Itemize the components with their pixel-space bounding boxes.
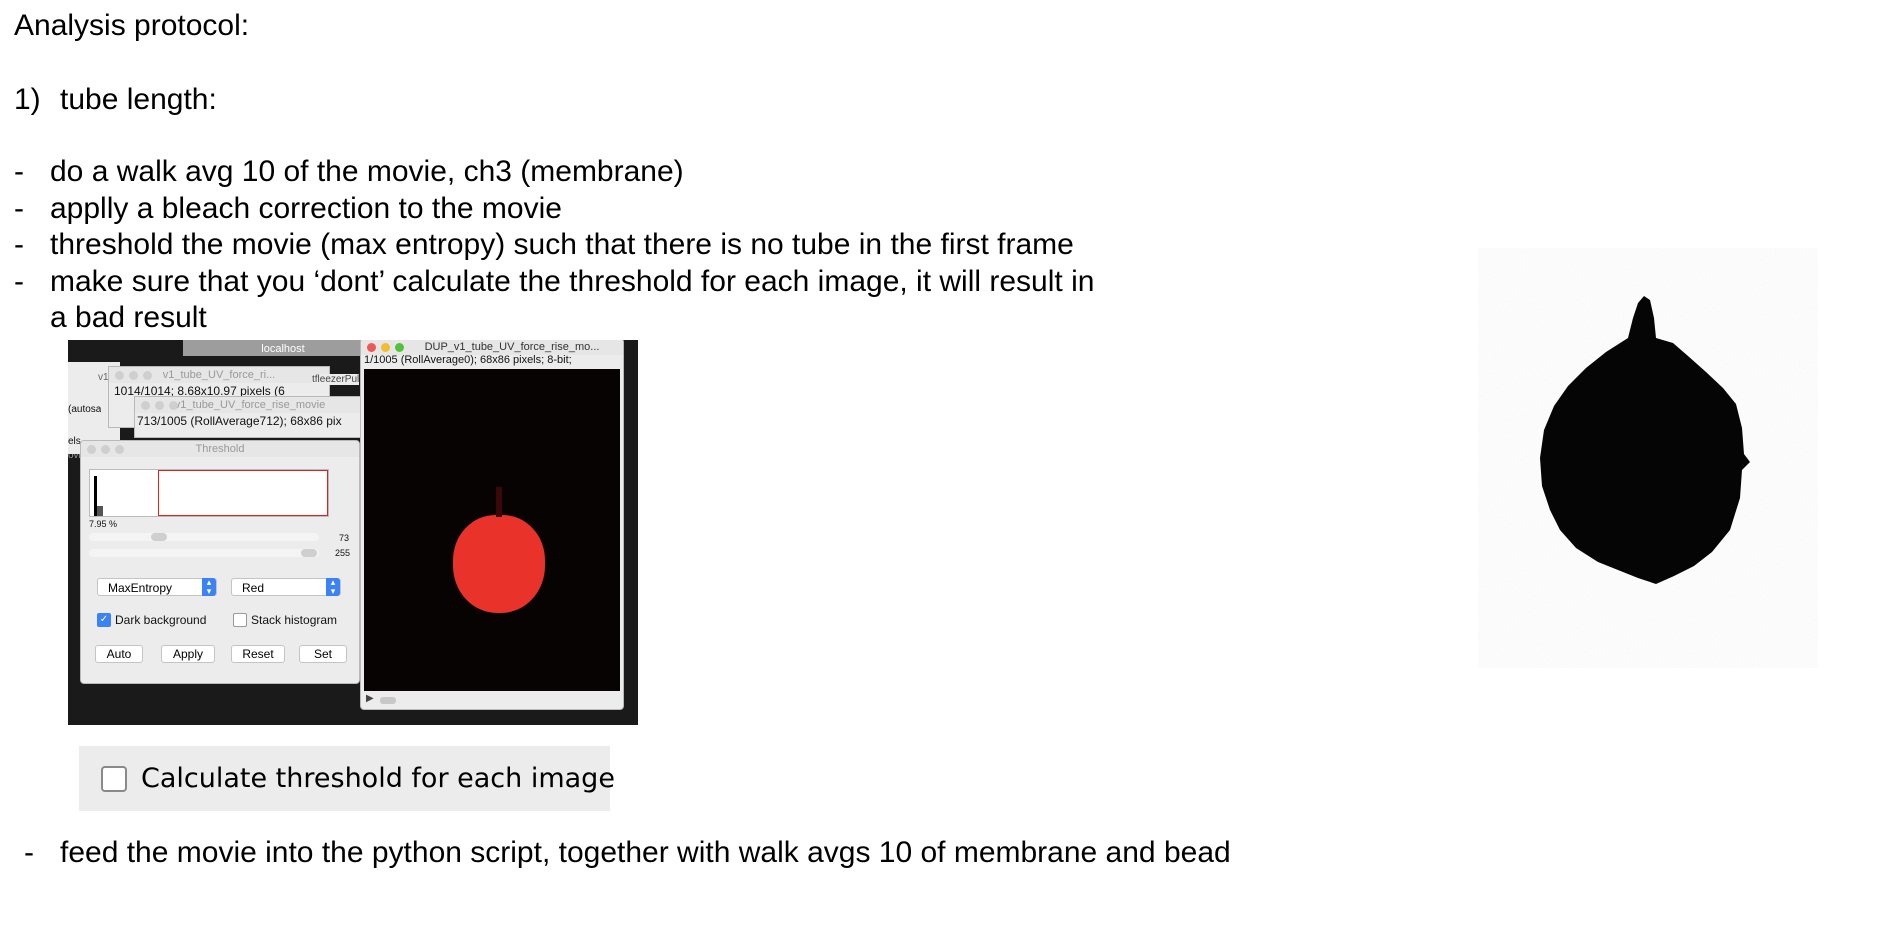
zoom-light-icon[interactable] <box>143 371 152 380</box>
frame-scrollbar-thumb[interactable] <box>380 697 396 704</box>
bullet-warning: make sure that you ‘dont’ calculate the … <box>50 265 1095 298</box>
bullet-python-script: feed the movie into the python script, t… <box>60 836 1231 869</box>
zoom-light-icon[interactable] <box>169 401 178 410</box>
auto-button[interactable]: Auto <box>95 645 143 663</box>
dup-scroll[interactable]: ▶ <box>364 693 620 706</box>
zoom-light-icon[interactable] <box>115 445 124 454</box>
mode-value: Red <box>242 581 265 595</box>
bullet-threshold: threshold the movie (max entropy) such t… <box>50 228 1074 261</box>
window-titlebar: v1_tube_UV_force_rise_movie <box>135 397 365 413</box>
method-dropdown[interactable]: MaxEntropy ▴ ▾ <box>97 578 217 596</box>
threshold-titlebar: Threshold <box>81 441 359 457</box>
thresholded-bead-image <box>1468 248 1828 668</box>
min-slider[interactable] <box>89 533 319 541</box>
minimize-light-icon[interactable] <box>155 401 164 410</box>
dup-titlebar: DUP_v1_tube_UV_force_rise_mo... <box>361 340 623 355</box>
close-light-icon[interactable] <box>87 445 96 454</box>
calculate-threshold-banner: Calculate threshold for each image <box>79 746 615 811</box>
window-title: v1_tube_UV_force_ri... <box>162 369 276 381</box>
section-title: tube length: <box>60 83 217 116</box>
bullet-dash: - <box>14 155 24 188</box>
max-slider-value: 255 <box>335 548 351 558</box>
threshold-range[interactable] <box>158 470 328 516</box>
zoom-light-icon[interactable] <box>395 343 404 352</box>
dup-info: 1/1005 (RollAverage0); 68x86 pixels; 8-b… <box>364 354 572 366</box>
threshold-title: Threshold <box>195 443 245 455</box>
side-label-v1: v1 <box>98 372 109 383</box>
side-label-pixels: els <box>68 436 81 447</box>
bullet-warning-continuation: a bad result <box>50 301 207 334</box>
reset-button[interactable]: Reset <box>231 645 285 663</box>
bullet-dash: - <box>14 228 24 261</box>
dark-background-label: Dark background <box>115 613 207 627</box>
window-title: v1_tube_UV_force_rise_movie <box>174 399 326 411</box>
bullet-dash: - <box>14 192 24 225</box>
threshold-dialog: Threshold 7.95 % 73 255 MaxEntropy ▴ ▾ Re… <box>80 440 360 684</box>
threshold-percent: 7.95 % <box>89 519 118 529</box>
minimize-light-icon[interactable] <box>381 343 390 352</box>
chevron-updown-icon: ▴ ▾ <box>202 578 216 596</box>
window-info: 713/1005 (RollAverage712); 68x86 pix <box>137 414 342 428</box>
min-slider-value: 73 <box>339 533 350 543</box>
chevron-updown-icon: ▴ ▾ <box>326 578 340 596</box>
calculate-threshold-label: Calculate threshold for each image <box>141 763 615 794</box>
tube-faint <box>496 487 502 517</box>
localhost-title: localhost <box>261 343 305 355</box>
minimize-light-icon[interactable] <box>101 445 110 454</box>
minimize-light-icon[interactable] <box>129 371 138 380</box>
max-slider[interactable] <box>89 549 319 557</box>
histogram-tail <box>97 506 103 516</box>
stack-histogram-checkbox[interactable] <box>233 613 247 627</box>
bullet-dash: - <box>14 265 24 298</box>
thresholded-bead-svg <box>1478 248 1818 668</box>
imagej-screenshot: localhost v1 (autosa ovielA els v1_tube_… <box>68 340 638 725</box>
dup-image-window: DUP_v1_tube_UV_force_rise_mo... 1/1005 (… <box>360 340 624 710</box>
side-label-tweezer: tfleezerPul <box>312 374 360 385</box>
image-window-middle: v1_tube_UV_force_rise_movie 713/1005 (Ro… <box>134 396 366 438</box>
dark-background-checkbox[interactable]: ✓ <box>97 613 111 627</box>
stack-histogram-label: Stack histogram <box>251 613 338 627</box>
max-slider-thumb[interactable] <box>301 549 317 557</box>
window-titlebar: v1_tube_UV_force_ri... <box>109 367 329 383</box>
side-label-autosave: (autosa <box>68 404 102 415</box>
histogram[interactable] <box>89 469 329 517</box>
bullet-walk-avg: do a walk avg 10 of the movie, ch3 (memb… <box>50 155 684 188</box>
method-value: MaxEntropy <box>108 581 173 595</box>
close-light-icon[interactable] <box>115 371 124 380</box>
dup-title: DUP_v1_tube_UV_force_rise_mo... <box>424 341 600 353</box>
close-light-icon[interactable] <box>141 401 150 410</box>
min-slider-thumb[interactable] <box>151 533 167 541</box>
close-light-icon[interactable] <box>367 343 376 352</box>
apply-button[interactable]: Apply <box>161 645 215 663</box>
calculate-threshold-checkbox[interactable] <box>101 766 127 792</box>
localhost-titlebar: localhost <box>183 340 383 356</box>
bead-spot <box>453 515 545 613</box>
mode-dropdown[interactable]: Red ▴ ▾ <box>231 578 341 596</box>
set-button[interactable]: Set <box>299 645 347 663</box>
bullet-bleach: applly a bleach correction to the movie <box>50 192 562 225</box>
section-number: 1) <box>14 83 41 116</box>
play-icon[interactable]: ▶ <box>366 693 374 704</box>
document-heading: Analysis protocol: <box>14 9 250 42</box>
dup-image-canvas[interactable] <box>364 369 620 691</box>
bullet-dash: - <box>24 836 34 869</box>
